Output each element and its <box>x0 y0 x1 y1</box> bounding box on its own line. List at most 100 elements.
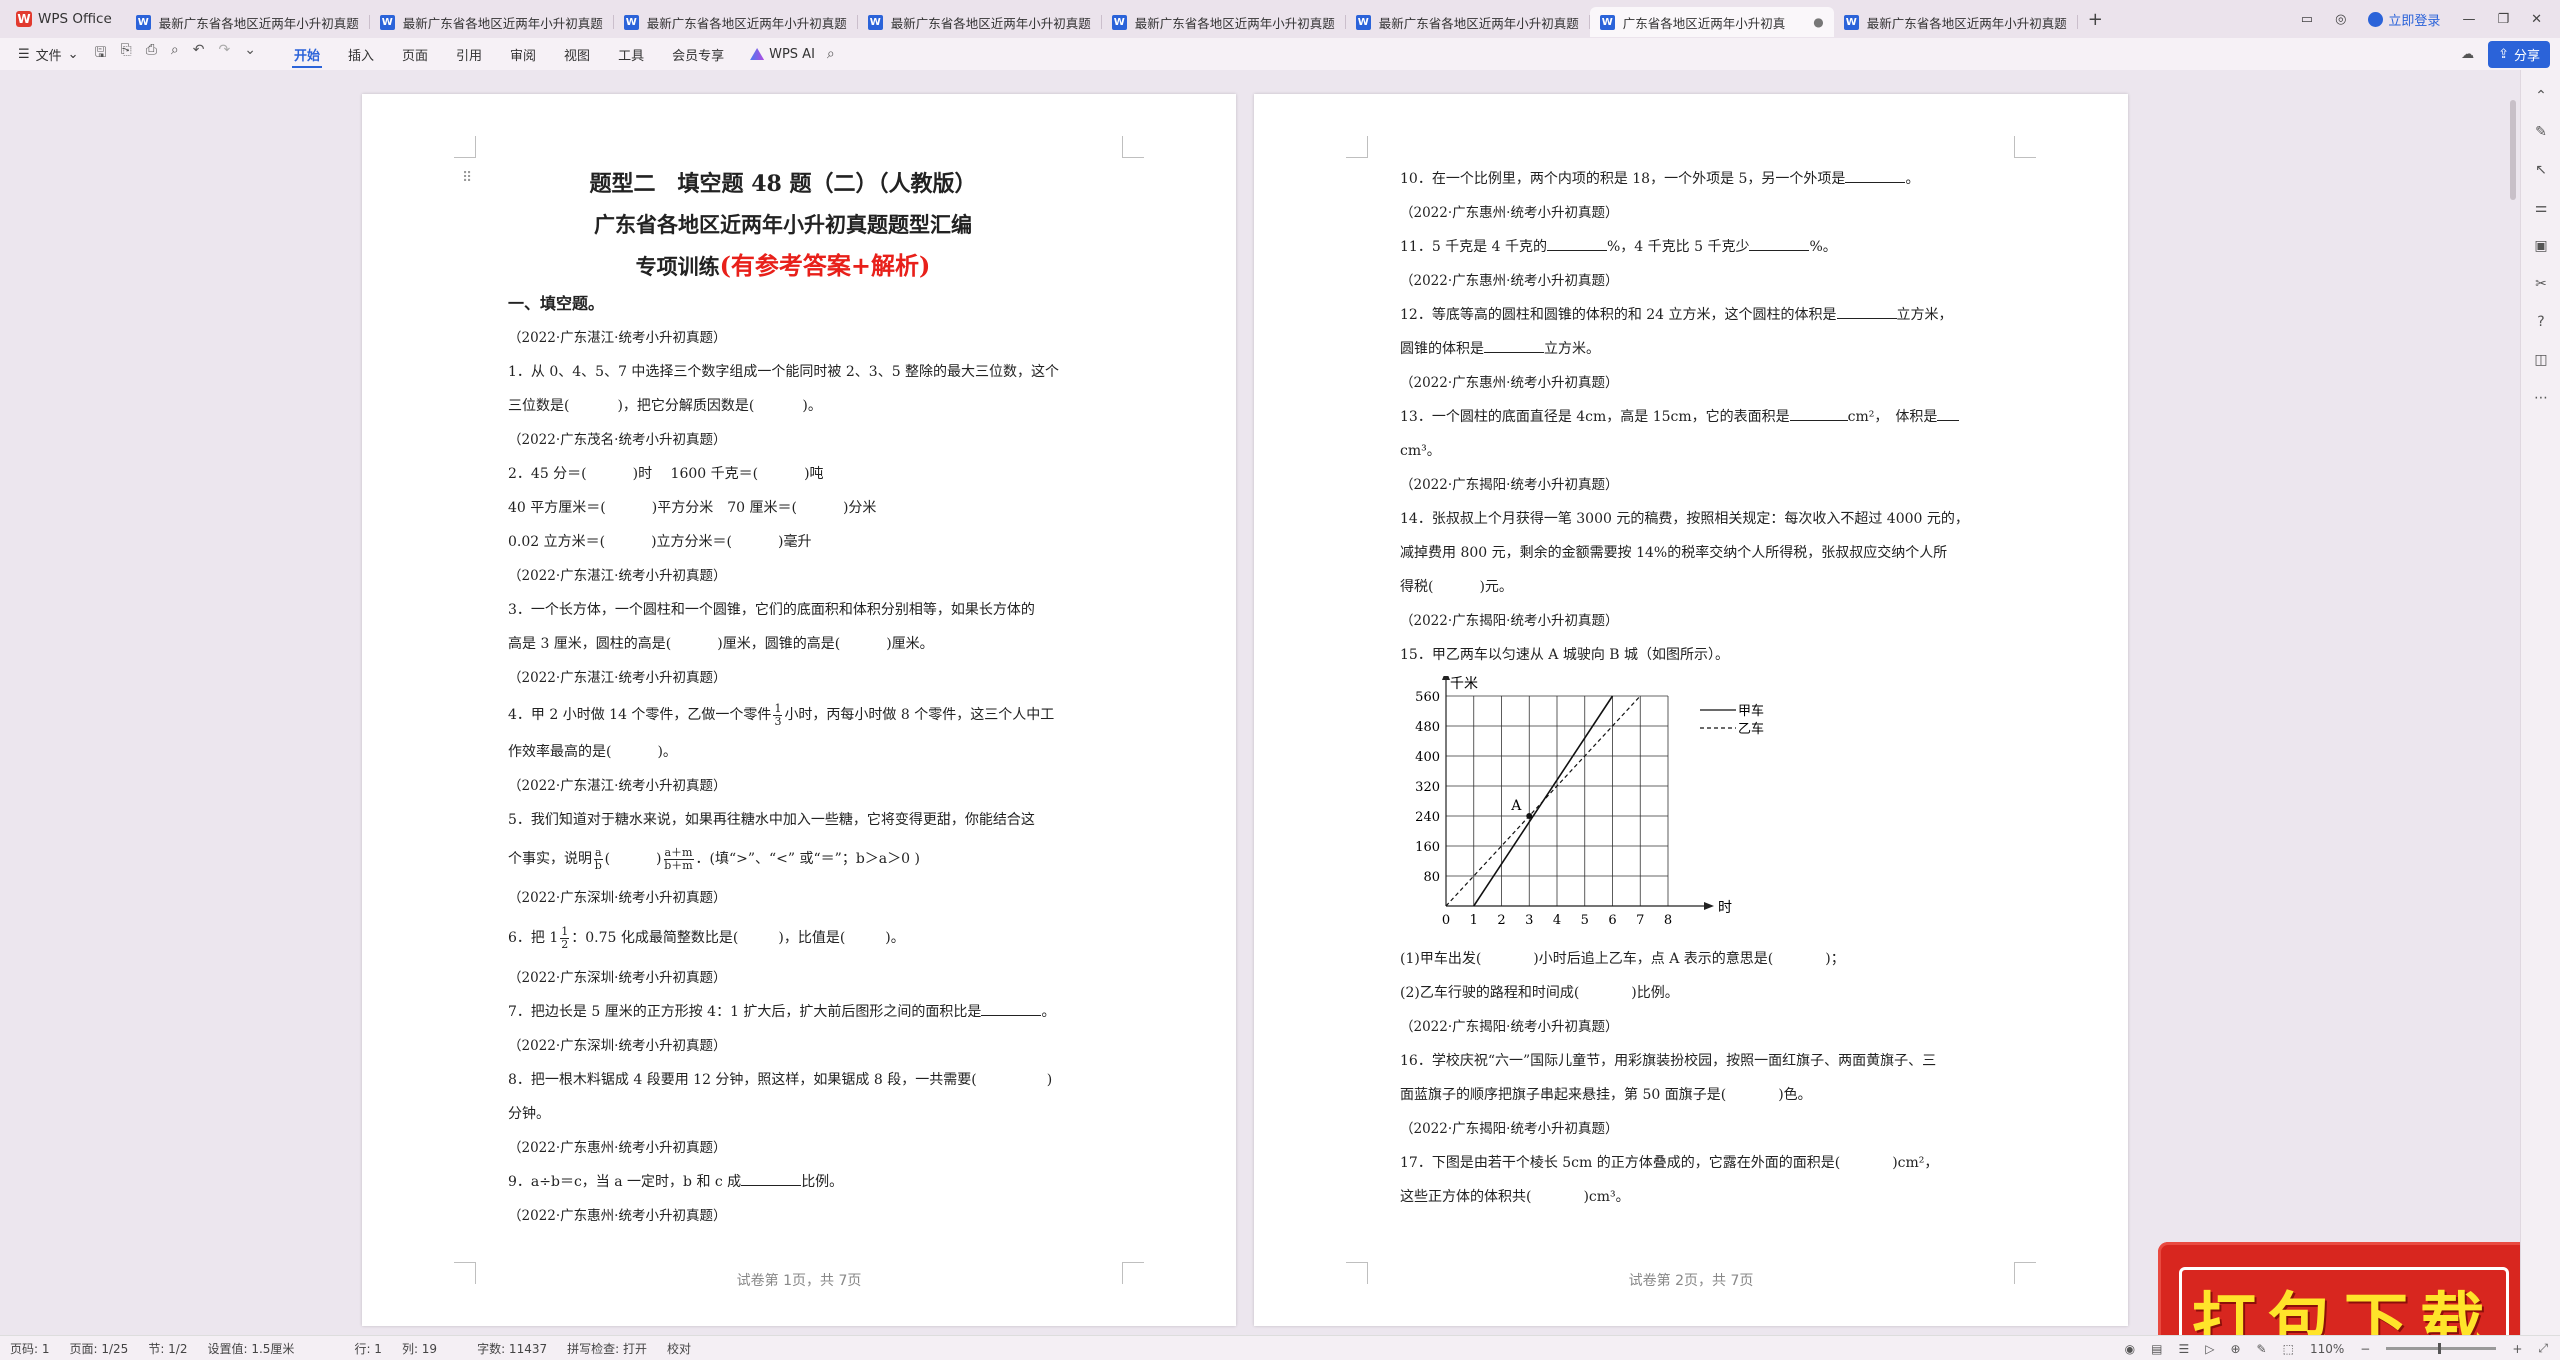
menu-tab[interactable]: 引用 <box>442 38 496 70</box>
answer-blank[interactable] <box>1789 407 1848 421</box>
menu-tab[interactable]: 审阅 <box>496 38 550 70</box>
document-tab[interactable]: W 最新广东省各地区近两年小升初真题 <box>614 7 858 37</box>
brush-icon[interactable]: ◫ <box>2533 352 2549 368</box>
source-line: （2022·广东惠州·统考小升初真题） <box>508 1140 727 1156</box>
file-menu[interactable]: ☰ 文件 ⌄ <box>0 45 95 64</box>
minimize-button[interactable]: — <box>2462 12 2475 27</box>
wps-ai-button[interactable]: WPS AI <box>738 47 827 62</box>
save-icon[interactable]: 🖫 <box>95 42 107 66</box>
answer-blank[interactable] <box>1749 237 1810 251</box>
app-name: WPS Office <box>38 11 112 27</box>
document-page-1[interactable]: ⠿ 题型二 填空题 48 题（二）（人教版） 广东省各地区近两年小升初真题题型汇… <box>362 94 1236 1326</box>
answer-blank[interactable] <box>981 1002 1042 1016</box>
status-column[interactable]: 列: 19 <box>392 1340 447 1357</box>
question-line: 3．一个长方体，一个圆柱和一个圆锥，它们的底面积和体积分别相等，如果长方体的 <box>508 602 1035 618</box>
eye-protection-icon[interactable]: ◉ <box>2125 1342 2135 1356</box>
question-line: 40 平方厘米＝()平方分米 70 厘米＝()分米 <box>508 500 877 516</box>
wps-logo-icon: W <box>16 11 32 27</box>
status-pages[interactable]: 页面: 1/25 <box>60 1340 139 1357</box>
select-icon[interactable]: ↖ <box>2533 162 2549 178</box>
vertical-scrollbar[interactable] <box>2510 100 2516 200</box>
avatar-icon <box>2368 11 2384 27</box>
layout-icon[interactable]: ▭ <box>2301 12 2313 27</box>
question-line: 10．在一个比例里，两个内项的积是 18，一个外项是 5，另一个外项是。 <box>1400 169 1920 187</box>
question-line: 14．张叔叔上个月获得一笔 3000 元的稿费，按照相关规定：每次收入不超过 4… <box>1400 511 1969 527</box>
status-proofread[interactable]: 校对 <box>657 1340 701 1357</box>
answer-blank[interactable] <box>741 1172 802 1186</box>
document-page-2[interactable]: 10．在一个比例里，两个内项的积是 18，一个外项是 5，另一个外项是。 （20… <box>1254 94 2128 1326</box>
document-tab[interactable]: W 最新广东省各地区近两年小升初真题 <box>126 7 370 37</box>
edit-icon[interactable]: ✎ <box>2533 124 2549 140</box>
login-button[interactable]: 立即登录 <box>2368 10 2440 29</box>
close-button[interactable]: ✕ <box>2531 12 2542 27</box>
document-tab[interactable]: W 最新广东省各地区近两年小升初真题 <box>1834 7 2078 37</box>
status-row[interactable]: 行: 1 <box>344 1340 392 1357</box>
web-view-icon[interactable]: ⊕ <box>2230 1342 2240 1356</box>
point-a-label: A <box>1510 798 1522 814</box>
skin-icon[interactable]: ◎ <box>2335 12 2346 27</box>
write-mode-icon[interactable]: ✎ <box>2257 1342 2267 1356</box>
tab-title: 最新广东省各地区近两年小升初真题 <box>402 15 603 31</box>
fullscreen-icon[interactable]: ⤢ <box>2538 1341 2548 1356</box>
restore-button[interactable]: ❐ <box>2497 12 2509 27</box>
new-tab-button[interactable]: + <box>2078 9 2113 30</box>
document-tab[interactable]: W 最新广东省各地区近两年小升初真题 <box>858 7 1102 37</box>
more-icon[interactable]: ⋯ <box>2533 390 2549 406</box>
fit-page-icon[interactable]: ⬚ <box>2283 1342 2294 1356</box>
document-workspace[interactable]: ⠿ 题型二 填空题 48 题（二）（人教版） 广东省各地区近两年小升初真题题型汇… <box>0 70 2530 1360</box>
zoom-level[interactable]: 110% <box>2310 1342 2344 1356</box>
collapse-icon[interactable]: ⌃ <box>2533 88 2549 104</box>
menu-tab[interactable]: 工具 <box>604 38 658 70</box>
print-icon[interactable]: ⎙ <box>146 42 157 66</box>
zoom-out-button[interactable]: − <box>2360 1342 2370 1356</box>
wps-home-tab[interactable]: W WPS Office <box>0 0 126 38</box>
document-tab[interactable]: W 广东省各地区近两年小升初真 ● <box>1589 7 1834 37</box>
document-tab[interactable]: W 最新广东省各地区近两年小升初真题 <box>370 7 614 37</box>
document-tab[interactable]: W 最新广东省各地区近两年小升初真题 <box>1102 7 1346 37</box>
close-tab-icon[interactable]: ● <box>1813 15 1823 29</box>
read-mode-icon[interactable]: ▷ <box>2205 1342 2214 1356</box>
image-icon[interactable]: ▣ <box>2533 238 2549 254</box>
answer-blank[interactable] <box>1836 305 1897 319</box>
zoom-in-button[interactable]: + <box>2512 1342 2522 1356</box>
redo-icon[interactable]: ↷ <box>219 42 231 66</box>
status-spell-check[interactable]: 拼写检查: 打开 <box>557 1340 657 1357</box>
status-section[interactable]: 节: 1/2 <box>138 1340 197 1357</box>
menu-tab[interactable]: 视图 <box>550 38 604 70</box>
answer-blank[interactable] <box>1845 169 1906 183</box>
question-line: 9．a÷b＝c，当 a 一定时，b 和 c 成比例。 <box>508 1172 844 1190</box>
search-icon[interactable]: ⌕ <box>827 46 835 62</box>
menu-tab[interactable]: 开始 <box>280 38 334 70</box>
page-subtitle: 广东省各地区近两年小升初真题题型汇编 <box>594 212 972 237</box>
document-tab[interactable]: W 最新广东省各地区近两年小升初真题 <box>1346 7 1590 37</box>
answer-blank[interactable] <box>1937 407 1960 421</box>
tools-icon[interactable]: ✂ <box>2533 276 2549 292</box>
export-pdf-icon[interactable]: ⎘ <box>121 42 132 66</box>
status-setting[interactable]: 设置值: 1.5厘米 <box>197 1340 304 1357</box>
outline-view-icon[interactable]: ☰ <box>2178 1342 2189 1356</box>
undo-icon[interactable]: ↶ <box>193 42 205 66</box>
status-page-number[interactable]: 页码: 1 <box>0 1340 60 1357</box>
share-icon: ⇪ <box>2498 47 2509 62</box>
source-line: （2022·广东湛江·统考小升初真题） <box>508 330 727 346</box>
cloud-sync-icon[interactable]: ☁ <box>2461 47 2474 62</box>
source-line: （2022·广东湛江·统考小升初真题） <box>508 670 727 686</box>
question-line: 8．把一根木料锯成 4 段要用 12 分钟，照这样，如果锯成 8 段，一共需要(… <box>508 1072 1053 1088</box>
fraction: 12 <box>560 924 570 951</box>
page-view-icon[interactable]: ▤ <box>2151 1342 2162 1356</box>
help-icon[interactable]: ? <box>2533 314 2549 330</box>
answer-blank[interactable] <box>1484 339 1544 353</box>
question-line: 圆锥的体积是 立方米。 <box>1400 339 1600 357</box>
share-button[interactable]: ⇪ 分享 <box>2488 41 2550 68</box>
settings-sliders-icon[interactable]: ⚌ <box>2533 200 2549 216</box>
menu-tab[interactable]: 会员专享 <box>658 38 738 70</box>
source-line: （2022·广东湛江·统考小升初真题） <box>508 568 727 584</box>
source-line: （2022·广东揭阳·统考小升初真题） <box>1400 477 1619 493</box>
menu-tab[interactable]: 插入 <box>334 38 388 70</box>
menu-tab[interactable]: 页面 <box>388 38 442 70</box>
more-chevron-icon[interactable]: ⌄ <box>244 42 256 66</box>
print-preview-icon[interactable]: ⌕ <box>171 42 179 66</box>
zoom-slider[interactable] <box>2386 1343 2497 1354</box>
status-word-count[interactable]: 字数: 11437 <box>467 1340 557 1357</box>
answer-blank[interactable] <box>1546 237 1607 251</box>
